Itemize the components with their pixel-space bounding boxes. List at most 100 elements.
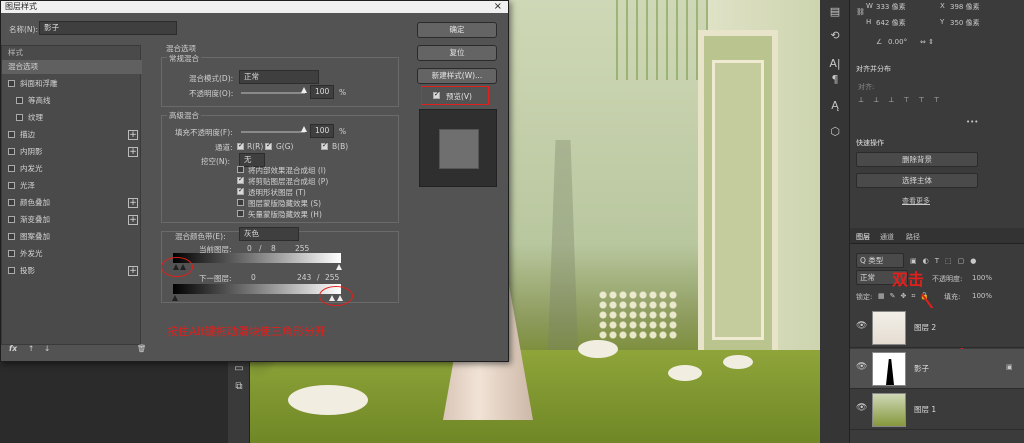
- underlying-split: 243: [297, 273, 312, 282]
- paragraph-icon[interactable]: ¶: [820, 70, 850, 90]
- style-checkbox[interactable]: [8, 233, 15, 240]
- channel-b-checkbox[interactable]: [321, 141, 328, 150]
- visibility-eye-icon[interactable]: 👁: [856, 321, 867, 331]
- align-icons[interactable]: ⊥⊥⊥⊤⊤⊤: [858, 96, 949, 104]
- style-checkbox[interactable]: [8, 216, 15, 223]
- add-style-icon[interactable]: +: [128, 130, 138, 140]
- style-item-label: 外发光: [20, 249, 43, 258]
- opacity-label: 不透明度(O):: [189, 89, 234, 98]
- channel-r-checkbox[interactable]: [237, 141, 244, 150]
- select-subject-button[interactable]: 选择主体: [856, 173, 978, 188]
- move-up-icon[interactable]: ↑: [28, 344, 34, 353]
- tab-paths[interactable]: 路径: [906, 232, 920, 242]
- more-icon[interactable]: •••: [966, 118, 978, 126]
- flip-icons[interactable]: ⇔ ⇕: [920, 38, 934, 46]
- history-icon[interactable]: ▤: [820, 2, 850, 22]
- remove-background-button[interactable]: 删除背景: [856, 152, 978, 167]
- advanced-option-checkbox[interactable]: [237, 210, 244, 217]
- y-value[interactable]: 350 像素: [950, 18, 980, 28]
- style-checkbox[interactable]: [8, 165, 15, 172]
- name-field[interactable]: 影子: [39, 21, 177, 35]
- this-layer-white-knob[interactable]: [336, 264, 342, 270]
- new-style-button[interactable]: 新建样式(W)...: [417, 68, 497, 84]
- layer-opacity-label: 不透明度:: [932, 275, 963, 283]
- delete-icon[interactable]: 🗑: [137, 344, 147, 353]
- frame-icon[interactable]: ⧉: [228, 378, 250, 396]
- filter-icons[interactable]: ▣◐T⬚▢●: [910, 257, 982, 265]
- style-checkbox[interactable]: [16, 97, 23, 104]
- channel-g-label: G(G): [276, 142, 294, 151]
- layer-row[interactable]: 👁 影子 ▣: [850, 349, 1024, 389]
- smart-object-icon: ▣: [1006, 363, 1013, 371]
- style-item[interactable]: 描边 +: [2, 128, 142, 142]
- fill-opacity-input[interactable]: 100: [310, 124, 334, 138]
- layer-row[interactable]: 👁 图层 1: [850, 390, 1024, 430]
- 3d-icon[interactable]: ⬡: [820, 122, 850, 142]
- style-item[interactable]: 外发光: [2, 247, 142, 261]
- advanced-option-checkbox[interactable]: [237, 186, 244, 195]
- style-item[interactable]: 等高线: [2, 94, 142, 108]
- style-item[interactable]: 颜色叠加 +: [2, 196, 142, 210]
- add-style-icon[interactable]: +: [128, 198, 138, 208]
- ok-button[interactable]: 确定: [417, 22, 497, 38]
- style-checkbox[interactable]: [8, 199, 15, 206]
- opacity-slider[interactable]: [241, 92, 305, 94]
- tab-layers[interactable]: 图层: [856, 232, 870, 242]
- style-item[interactable]: 光泽: [2, 179, 142, 193]
- advanced-option-checkbox[interactable]: [237, 175, 244, 184]
- channel-g-checkbox[interactable]: [265, 141, 272, 150]
- style-item[interactable]: 渐变叠加 +: [2, 213, 142, 227]
- move-down-icon[interactable]: ↓: [44, 344, 50, 353]
- link-icon[interactable]: ⛓: [856, 8, 865, 16]
- style-item[interactable]: 投影 +: [2, 264, 142, 278]
- opacity-slider-knob[interactable]: [301, 87, 307, 93]
- advanced-option-checkbox[interactable]: [237, 199, 244, 206]
- angle-icon: ∠: [876, 38, 883, 46]
- fx-icon[interactable]: fx: [9, 344, 17, 353]
- style-item[interactable]: 内阴影 +: [2, 145, 142, 159]
- reset-button[interactable]: 复位: [417, 45, 497, 61]
- h-value[interactable]: 642 像素: [876, 18, 906, 28]
- fill-opacity-slider-knob[interactable]: [301, 126, 307, 132]
- style-checkbox[interactable]: [8, 267, 15, 274]
- tab-channels[interactable]: 通道: [880, 232, 894, 242]
- style-item[interactable]: 纹理: [2, 111, 142, 125]
- layer-row[interactable]: 👁 图层 2: [850, 308, 1024, 348]
- opacity-input[interactable]: 100: [310, 85, 334, 99]
- knockout-label: 挖空(N):: [201, 157, 230, 166]
- close-icon[interactable]: ×: [494, 1, 502, 13]
- advanced-option-checkbox[interactable]: [237, 166, 244, 173]
- style-checkbox[interactable]: [8, 182, 15, 189]
- style-checkbox[interactable]: [8, 131, 15, 138]
- visibility-eye-icon[interactable]: 👁: [856, 362, 867, 372]
- w-value[interactable]: 333 像素: [876, 2, 906, 12]
- advanced-option-label: 将内部效果混合成组 (I): [248, 166, 326, 175]
- screen-mode-icon[interactable]: ▭: [228, 360, 250, 378]
- actions-icon[interactable]: ⟲: [820, 26, 850, 46]
- style-item[interactable]: 图案叠加: [2, 230, 142, 244]
- underlying-black-knob[interactable]: [172, 295, 178, 301]
- blend-if-select[interactable]: 灰色: [239, 227, 299, 241]
- style-item[interactable]: 斜面和浮雕: [2, 77, 142, 91]
- add-style-icon[interactable]: +: [128, 147, 138, 157]
- style-item[interactable]: 混合选项: [2, 60, 142, 74]
- blend-mode-select[interactable]: 正常: [239, 70, 319, 84]
- glyphs-icon[interactable]: Ą: [820, 96, 850, 116]
- style-checkbox[interactable]: [8, 80, 15, 87]
- lock-label: 锁定:: [856, 293, 873, 301]
- visibility-eye-icon[interactable]: 👁: [856, 403, 867, 413]
- add-style-icon[interactable]: +: [128, 266, 138, 276]
- angle-value[interactable]: 0.00°: [888, 38, 907, 46]
- style-checkbox[interactable]: [8, 148, 15, 155]
- style-checkbox[interactable]: [8, 250, 15, 257]
- style-item[interactable]: 内发光: [2, 162, 142, 176]
- add-style-icon[interactable]: +: [128, 215, 138, 225]
- fill-opacity-slider[interactable]: [241, 131, 305, 133]
- learn-more-link[interactable]: 查看更多: [902, 196, 930, 206]
- fill-opacity-unit: %: [339, 127, 347, 136]
- style-checkbox[interactable]: [16, 114, 23, 121]
- layer-opacity-value[interactable]: 100%: [972, 274, 992, 282]
- x-value[interactable]: 398 像素: [950, 2, 980, 12]
- preview-highlight: [421, 86, 489, 105]
- layer-name: 图层 2: [914, 323, 937, 332]
